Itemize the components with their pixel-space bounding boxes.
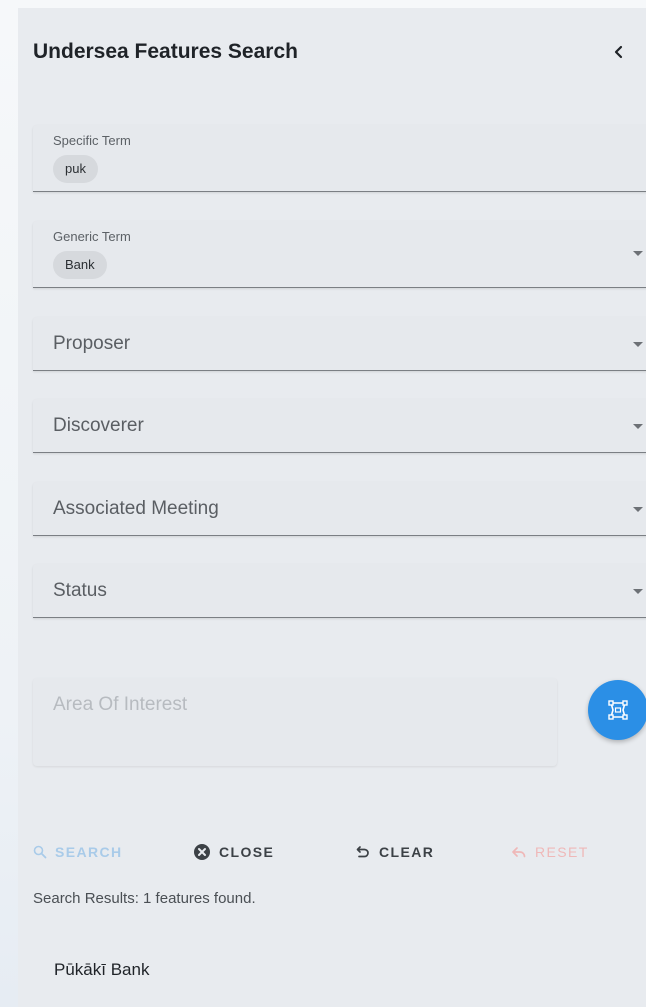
search-button-label: SEARCH	[55, 844, 123, 860]
chevron-down-icon[interactable]	[633, 251, 643, 256]
status-label: Status	[53, 580, 107, 601]
search-button[interactable]: SEARCH	[33, 840, 123, 864]
chevron-down-icon[interactable]	[633, 589, 643, 594]
clear-button[interactable]: CLEAR	[355, 840, 434, 864]
chevron-left-icon	[614, 45, 623, 59]
window-left-strip	[0, 0, 18, 1007]
chevron-down-icon[interactable]	[633, 342, 643, 347]
reset-button-label: RESET	[535, 844, 589, 860]
results-summary: Search Results: 1 features found.	[33, 890, 256, 907]
close-button-label: CLOSE	[219, 844, 275, 860]
result-item-name: Pūkākī Bank	[54, 960, 150, 979]
specific-term-chip[interactable]: puk	[53, 155, 98, 183]
proposer-field[interactable]: Proposer	[33, 317, 646, 371]
draw-polygon-icon	[608, 700, 628, 720]
associated-meeting-label: Associated Meeting	[53, 498, 219, 519]
search-panel: Undersea Features Search Specific Term p…	[18, 8, 646, 1007]
search-icon	[33, 845, 47, 859]
panel-header: Undersea Features Search	[33, 36, 633, 68]
chevron-down-icon[interactable]	[633, 507, 643, 512]
page-title: Undersea Features Search	[33, 40, 298, 63]
proposer-label: Proposer	[53, 333, 131, 354]
discoverer-label: Discoverer	[53, 415, 144, 436]
generic-term-field[interactable]: Generic Term Bank	[33, 221, 646, 288]
close-button[interactable]: CLOSE	[193, 840, 274, 864]
reset-button[interactable]: RESET	[511, 840, 589, 864]
action-bar: SEARCH CLOSE CLEAR RESET	[33, 840, 633, 864]
generic-term-label: Generic Term	[53, 229, 131, 244]
specific-term-field[interactable]: Specific Term puk	[33, 125, 646, 192]
discoverer-field[interactable]: Discoverer	[33, 399, 646, 453]
status-field[interactable]: Status	[33, 564, 646, 618]
associated-meeting-field[interactable]: Associated Meeting	[33, 482, 646, 536]
area-of-interest-placeholder: Area Of Interest	[53, 694, 188, 715]
cancel-circle-icon	[193, 843, 211, 861]
draw-area-button[interactable]	[588, 680, 646, 740]
undo-icon	[355, 844, 371, 860]
specific-term-label: Specific Term	[53, 133, 131, 148]
collapse-button[interactable]	[605, 38, 633, 66]
result-item[interactable]: Pūkākī Bank	[33, 952, 633, 992]
reply-icon	[511, 845, 527, 859]
area-of-interest-field[interactable]: Area Of Interest	[33, 678, 557, 766]
window-top-strip	[0, 0, 646, 8]
generic-term-chip[interactable]: Bank	[53, 251, 107, 279]
clear-button-label: CLEAR	[379, 844, 435, 860]
chevron-down-icon[interactable]	[633, 424, 643, 429]
